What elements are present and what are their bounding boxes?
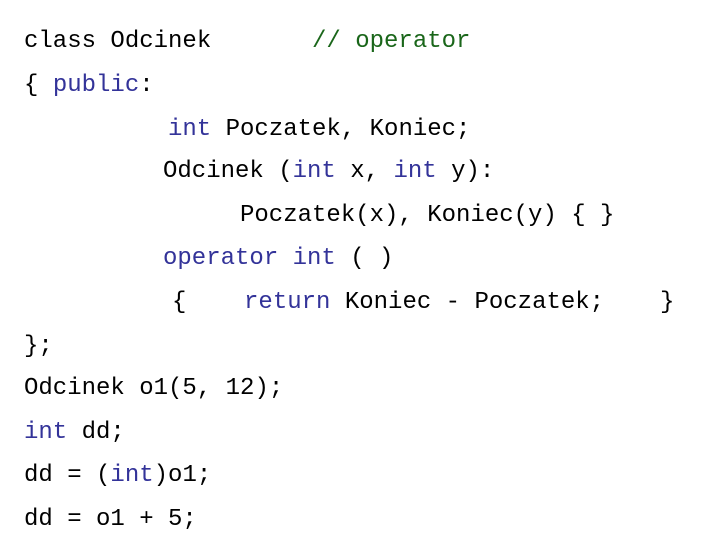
initializer-list-text: Poczatek(x), Koniec(y) { }: [240, 202, 615, 229]
keyword-int: int: [393, 158, 437, 185]
variable-declaration-text: dd;: [67, 419, 125, 446]
class-end-text: };: [24, 333, 53, 360]
code-line-object-instantiation: Odcinek o1(5, 12);: [24, 375, 283, 403]
code-slide: class Odcinek // operator { public: int …: [0, 0, 720, 540]
code-line-member-fields: int Poczatek, Koniec;: [168, 116, 470, 144]
open-brace-token: {: [172, 289, 187, 316]
code-line-explicit-cast: dd = (int)o1;: [24, 462, 211, 490]
cast-prefix-text: dd = (: [24, 462, 111, 489]
class-declaration-text: class Odcinek: [24, 28, 212, 55]
member-fields-text: Poczatek, Koniec;: [211, 116, 471, 143]
implicit-conversion-text: dd = o1 + 5;: [24, 506, 197, 533]
constructor-name-text: Odcinek (: [163, 158, 293, 185]
code-comment-operator: // operator: [312, 28, 470, 56]
whitespace-gap: [186, 289, 244, 316]
param-x-text: x,: [335, 158, 394, 185]
code-line-class-declaration: class Odcinek: [24, 28, 211, 56]
code-line-implicit-conversion: dd = o1 + 5;: [24, 506, 197, 534]
cast-suffix-text: )o1;: [153, 462, 212, 489]
close-brace-token: }: [660, 289, 675, 316]
code-line-open-brace-public: { public:: [24, 72, 154, 100]
return-expression-text: Koniec - Poczatek;: [330, 289, 605, 316]
keyword-public: public: [52, 72, 140, 99]
code-line-class-end: };: [24, 333, 53, 361]
comment-text: // operator: [312, 28, 471, 55]
code-line-initializer-list: Poczatek(x), Koniec(y) { }: [240, 202, 614, 230]
operator-parens-text: ( ): [335, 245, 394, 272]
code-line-variable-declaration: int dd;: [24, 419, 125, 447]
code-line-constructor-signature: Odcinek (int x, int y):: [163, 158, 494, 186]
keyword-int: int: [24, 419, 68, 446]
keyword-int: int: [292, 158, 336, 185]
keyword-return: return: [244, 289, 331, 316]
param-y-text: y):: [436, 158, 495, 185]
code-line-operator-body-close-brace: }: [660, 289, 674, 317]
code-line-operator-body: { return Koniec - Poczatek;: [172, 289, 604, 317]
open-brace-token: {: [24, 72, 53, 99]
object-instantiation-text: Odcinek o1(5, 12);: [24, 375, 284, 402]
keyword-int: int: [168, 116, 212, 143]
code-line-conversion-operator: operator int ( ): [163, 245, 393, 273]
keyword-int: int: [110, 462, 154, 489]
keyword-operator-int: operator int: [163, 245, 336, 272]
colon-token: :: [139, 72, 154, 99]
